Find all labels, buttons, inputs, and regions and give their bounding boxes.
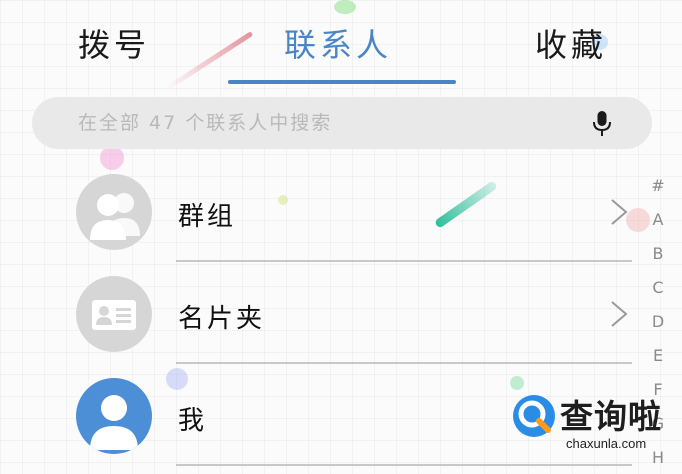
list-item-groups[interactable]: 群组 — [0, 160, 640, 262]
watermark-logo-icon — [513, 395, 555, 437]
search-bar — [32, 97, 652, 149]
my-profile-avatar-icon — [76, 378, 152, 454]
list-item-label: 群组 — [178, 202, 237, 232]
list-item-label: 我 — [178, 406, 208, 436]
alpha-index-letter[interactable]: C — [648, 278, 668, 312]
alpha-index-letter[interactable]: D — [648, 312, 668, 346]
alpha-index-letter[interactable]: A — [648, 210, 668, 244]
tab-dialer[interactable]: 拨号 — [78, 20, 150, 66]
microphone-icon[interactable] — [592, 111, 612, 137]
chevron-right-icon — [611, 199, 628, 225]
chevron-right-icon — [611, 301, 628, 327]
business-card-icon — [76, 276, 152, 352]
tab-favorites[interactable]: 收藏 — [535, 20, 607, 66]
tab-bar: 拨号 联系人 收藏 — [0, 0, 682, 88]
list-item-label: 名片夹 — [178, 304, 266, 334]
active-tab-indicator — [228, 80, 456, 84]
tab-contacts[interactable]: 联系人 — [284, 20, 392, 66]
alpha-index-letter[interactable]: E — [648, 346, 668, 380]
list-item-business-cards[interactable]: 名片夹 — [0, 262, 640, 364]
group-avatar-icon — [76, 174, 152, 250]
alpha-index-letter[interactable]: # — [648, 176, 668, 210]
watermark-text: 查询啦 — [560, 397, 662, 436]
watermark: 查询啦 chaxunla.com — [510, 388, 680, 468]
watermark-url: chaxunla.com — [566, 436, 647, 451]
search-input[interactable] — [78, 112, 578, 134]
alpha-index-letter[interactable]: B — [648, 244, 668, 278]
